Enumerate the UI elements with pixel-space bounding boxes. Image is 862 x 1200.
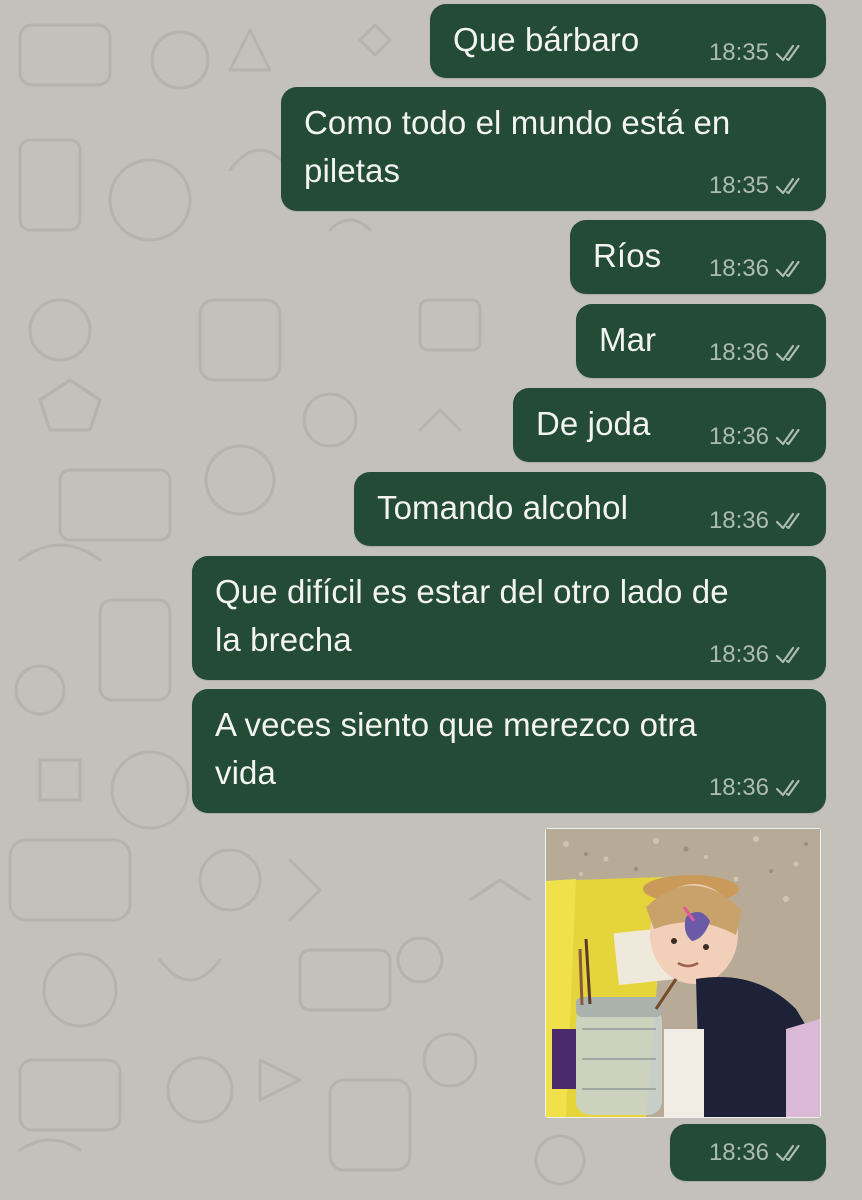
message-text: Que bárbaro [453, 21, 640, 58]
message-time: 18:36 [708, 1139, 769, 1166]
message-text: Mar [599, 321, 657, 358]
double-check-icon [775, 260, 800, 278]
chat-thread[interactable]: Que bárbaro 18:35 Como todo el mundo est… [0, 0, 862, 1200]
message-meta: 18:35 [709, 40, 806, 66]
message-meta: 18:36 [709, 256, 806, 282]
message-text: A veces siento que merezco otra vida [215, 706, 697, 791]
message-text: Como todo el mundo está en piletas [304, 104, 731, 189]
message-text: De joda [536, 405, 651, 442]
message-time: 18:36 [708, 255, 769, 282]
photo-message[interactable] [545, 828, 821, 1118]
double-check-icon [775, 177, 800, 195]
message-meta: 18:36 [709, 642, 806, 668]
shared-photo[interactable] [546, 829, 820, 1117]
message-bubble[interactable]: Mar 18:36 [576, 304, 826, 378]
message-text: Tomando alcohol [377, 489, 628, 526]
double-check-icon [775, 1144, 800, 1162]
double-check-icon [775, 779, 800, 797]
message-time: 18:36 [708, 641, 769, 668]
double-check-icon [775, 646, 800, 664]
double-check-icon [775, 44, 800, 62]
message-meta: 18:36 [709, 775, 806, 801]
message-meta: 18:35 [709, 173, 806, 199]
double-check-icon [775, 512, 800, 530]
message-meta: 18:36 [709, 340, 806, 366]
message-bubble[interactable]: De joda 18:36 [513, 388, 826, 462]
message-time: 18:35 [708, 172, 769, 199]
message-text: Ríos [593, 237, 662, 274]
message-time: 18:36 [708, 507, 769, 534]
message-bubble[interactable]: Que difícil es estar del otro lado de la… [192, 556, 826, 680]
message-time: 18:36 [708, 339, 769, 366]
message-meta: 18:36 [709, 1140, 806, 1166]
message-time: 18:35 [708, 39, 769, 66]
message-bubble[interactable]: Que bárbaro 18:35 [430, 4, 826, 78]
message-time: 18:36 [708, 423, 769, 450]
double-check-icon [775, 344, 800, 362]
message-meta: 18:36 [709, 508, 806, 534]
message-bubble[interactable]: A veces siento que merezco otra vida 18:… [192, 689, 826, 813]
message-bubble[interactable]: Como todo el mundo está en piletas 18:35 [281, 87, 826, 211]
message-bubble[interactable]: 18:36 [670, 1124, 826, 1181]
message-meta: 18:36 [709, 424, 806, 450]
message-text: Que difícil es estar del otro lado de la… [215, 573, 729, 658]
double-check-icon [775, 428, 800, 446]
message-time: 18:36 [708, 774, 769, 801]
message-bubble[interactable]: Ríos 18:36 [570, 220, 826, 294]
message-bubble[interactable]: Tomando alcohol 18:36 [354, 472, 826, 546]
